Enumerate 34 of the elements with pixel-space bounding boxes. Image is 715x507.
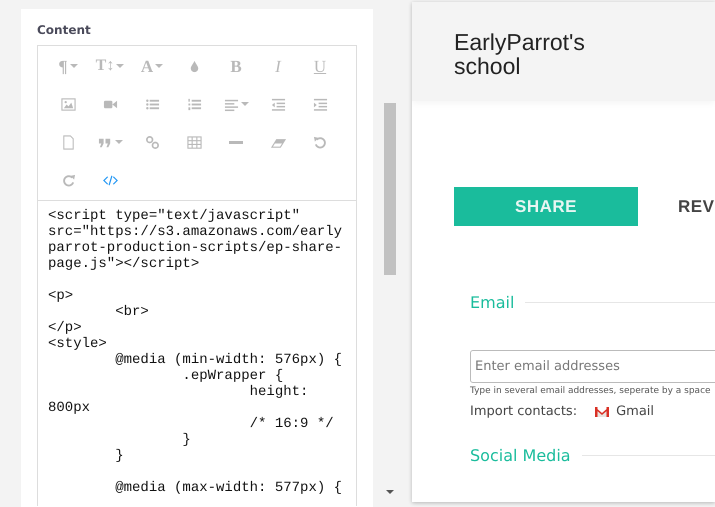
- section-heading: Email: [470, 293, 514, 312]
- undo-icon: [312, 134, 328, 150]
- bullets-icon: [144, 96, 160, 112]
- fontsize-button[interactable]: T↕: [89, 47, 131, 85]
- caret-icon: [240, 102, 248, 106]
- section-heading: Social Media: [470, 446, 571, 465]
- import-label: Import contacts:: [470, 404, 578, 419]
- numbers-icon: [186, 96, 202, 112]
- indent-icon: [312, 96, 328, 112]
- color-button[interactable]: A: [131, 47, 173, 85]
- outdent-icon: [270, 96, 286, 112]
- redo-icon: [60, 172, 76, 188]
- email-input[interactable]: Enter email addresses: [470, 350, 715, 383]
- envelope-icon: [594, 406, 610, 418]
- code-editor[interactable]: <script type="text/javascript" src="https://s3.amazonaws.com/early parrot-production-scripts/ep-share- page.js"></script> <p> <br> </p> <style> @media (min-width: 576px) { .epWrapper { height: 800px /* 16:9 */ } } @media (max-width: 577px) {: [38, 201, 356, 496]
- hint-text: Type in several email addresses, seperate by a space: [470, 386, 712, 396]
- caret-icon: [70, 64, 78, 68]
- gmail-link[interactable]: Gmail: [594, 404, 654, 419]
- tab[interactable]: REV: [638, 187, 714, 226]
- table-icon: [186, 134, 202, 150]
- scroll-down-icon[interactable]: [386, 490, 394, 495]
- bold-button[interactable]: B: [215, 47, 257, 85]
- school-title: EarlyParrot's school: [454, 30, 585, 78]
- caret-icon: [114, 140, 122, 144]
- caret-icon: [116, 64, 124, 68]
- share-tab[interactable]: SHARE: [454, 187, 638, 226]
- paragraph-button[interactable]: ¶: [47, 47, 89, 85]
- content-label: Content: [37, 23, 92, 37]
- caret-icon: [155, 64, 164, 68]
- image-icon: [60, 96, 76, 112]
- italic-button[interactable]: I: [257, 47, 299, 85]
- link-icon: [144, 134, 160, 150]
- file-icon: [60, 134, 76, 150]
- underline-button[interactable]: U: [299, 47, 341, 85]
